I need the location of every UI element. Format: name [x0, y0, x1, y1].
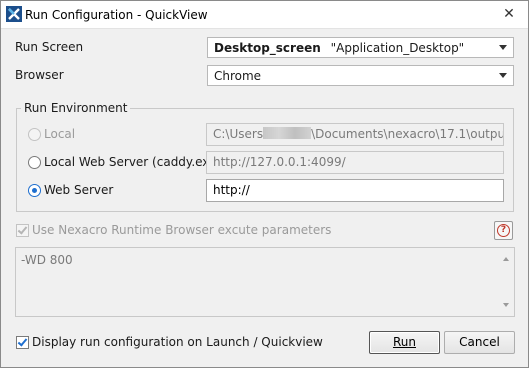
web-server-label: Web Server — [44, 183, 114, 197]
browser-select[interactable]: Chrome — [207, 65, 514, 86]
local-label: Local — [44, 127, 76, 141]
nexacro-app-icon — [6, 6, 22, 22]
local-web-server-label: Local Web Server (caddy.exe) — [44, 155, 222, 169]
checkmark-icon — [17, 224, 28, 235]
runtime-params-text: -WD 800 — [21, 253, 73, 267]
redacted-username — [263, 127, 312, 139]
run-screen-value: Desktop_screen "Application_Desktop" — [214, 41, 464, 55]
chevron-down-icon — [499, 45, 507, 50]
local-radio[interactable] — [28, 128, 41, 141]
run-screen-value-name: Desktop_screen — [214, 41, 321, 55]
scroll-up-icon[interactable] — [503, 257, 509, 261]
cancel-button[interactable]: Cancel — [444, 331, 515, 354]
local-path-field[interactable]: C:\Users \Documents\nexacro\17.1\outputs\… — [206, 123, 504, 146]
local-web-server-radio[interactable] — [28, 156, 41, 169]
web-server-url-input[interactable]: http:// — [206, 179, 504, 202]
checkmark-icon — [17, 336, 28, 347]
web-server-radio[interactable] — [28, 184, 41, 197]
help-icon: ? — [497, 224, 510, 237]
run-button[interactable]: Run — [369, 331, 440, 354]
run-button-label: Run — [392, 335, 416, 349]
local-web-server-url: http://127.0.0.1:4099/ — [213, 155, 346, 169]
display-config-label: Display run configuration on Launch / Qu… — [32, 335, 323, 349]
cancel-button-label: Cancel — [459, 335, 500, 349]
web-server-url: http:// — [213, 183, 250, 197]
local-path-suffix: \Documents\nexacro\17.1\outputs\T — [311, 127, 503, 141]
chevron-down-icon — [499, 73, 507, 78]
run-configuration-dialog: Run Configuration - QuickView ✕ Run Scre… — [0, 0, 529, 368]
scroll-down-icon[interactable] — [503, 303, 509, 307]
close-icon[interactable]: ✕ — [502, 7, 516, 21]
runtime-params-textarea[interactable]: -WD 800 — [15, 247, 515, 317]
run-environment-title: Run Environment — [21, 101, 131, 115]
display-config-checkbox[interactable] — [16, 336, 29, 349]
title-bar[interactable]: Run Configuration - QuickView ✕ — [1, 1, 528, 29]
runtime-params-label: Use Nexacro Runtime Browser excute param… — [32, 223, 332, 237]
help-button[interactable]: ? — [494, 221, 513, 240]
local-path-prefix: C:\Users — [213, 127, 264, 141]
browser-value: Chrome — [214, 69, 262, 83]
run-screen-value-app: "Application_Desktop" — [330, 41, 465, 55]
run-screen-select[interactable]: Desktop_screen "Application_Desktop" — [207, 37, 514, 58]
browser-label: Browser — [15, 68, 64, 82]
local-web-server-url-field[interactable]: http://127.0.0.1:4099/ — [206, 151, 504, 174]
window-title: Run Configuration - QuickView — [25, 8, 208, 22]
run-screen-label: Run Screen — [15, 40, 84, 54]
runtime-params-checkbox[interactable] — [16, 224, 29, 237]
